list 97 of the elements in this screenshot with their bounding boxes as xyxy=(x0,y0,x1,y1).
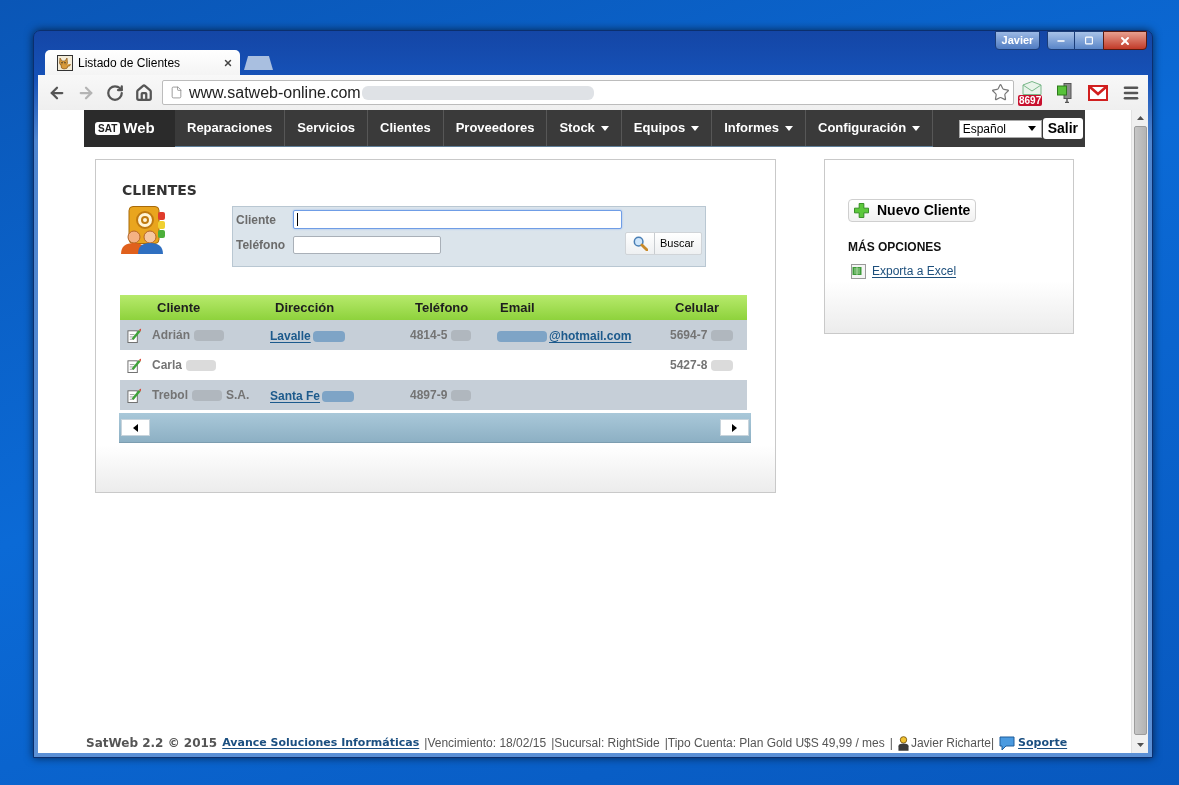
spreadsheet-icon xyxy=(851,263,866,279)
star-icon[interactable] xyxy=(991,83,1010,102)
caret-down-icon xyxy=(785,125,794,131)
blurred-text xyxy=(451,389,472,401)
extension-icon xyxy=(1057,82,1073,103)
phone-number: 4897-9 xyxy=(410,387,448,404)
blurred-text xyxy=(711,359,734,371)
language-select[interactable]: Español xyxy=(958,119,1042,138)
blurred-text xyxy=(497,331,547,343)
caret-down-icon xyxy=(1027,126,1036,131)
address-link[interactable]: Santa Fe xyxy=(270,389,356,403)
section-heading: MÁS OPCIONES xyxy=(848,238,942,256)
blurred-text xyxy=(322,391,354,403)
count-badge: 8697 xyxy=(1018,94,1043,106)
mobile-number: 5694-7 xyxy=(670,327,708,344)
search-icon xyxy=(632,236,648,251)
user-name: Javier Richarte| xyxy=(910,735,995,752)
caret-up-icon xyxy=(1136,115,1144,120)
caret-down-icon xyxy=(691,125,700,131)
column-header: Celular xyxy=(674,298,721,317)
cat-icon xyxy=(57,54,73,71)
page-icon xyxy=(170,85,183,100)
close-button[interactable] xyxy=(1103,31,1147,50)
mail-extension-button[interactable]: 8697 xyxy=(1017,77,1047,108)
scrollbar-thumb[interactable] xyxy=(1133,126,1147,735)
caret-down-icon xyxy=(1136,742,1144,747)
blurred-text xyxy=(186,359,217,371)
column-header: Dirección xyxy=(274,298,336,317)
scroll-right-button[interactable] xyxy=(720,419,749,436)
phone-number: 4814-5 xyxy=(410,327,448,344)
nav-menu-item[interactable]: Servicios xyxy=(285,110,369,146)
nav-menu-item[interactable]: Equipos xyxy=(621,110,713,146)
panel-title: CLIENTES xyxy=(122,181,197,199)
blurred-text xyxy=(312,331,345,343)
address-link[interactable]: Lavalle xyxy=(270,329,347,343)
browser-tab[interactable]: Listado de Clientes xyxy=(45,50,240,75)
new-tab-button[interactable] xyxy=(244,56,273,70)
envelope-icon xyxy=(1088,84,1108,101)
search-button[interactable]: Buscar xyxy=(625,232,702,255)
chat-icon xyxy=(999,735,1016,751)
text-field[interactable] xyxy=(293,210,622,229)
menu-icon xyxy=(1122,83,1140,102)
email-link[interactable]: @hotmail.com xyxy=(495,329,632,343)
nav-menu-item[interactable]: Configuración xyxy=(806,110,934,146)
support-link[interactable]: Soporte xyxy=(1018,734,1068,752)
close-icon xyxy=(1119,34,1131,47)
caret-down-icon xyxy=(600,125,609,131)
column-header: Teléfono xyxy=(414,298,470,317)
nav-menu-item[interactable]: Stock xyxy=(547,110,622,146)
client-name: Carla xyxy=(152,357,183,374)
blurred-text xyxy=(194,329,224,341)
blurred-text xyxy=(451,329,472,341)
mobile-number: 5427-8 xyxy=(670,357,708,374)
maximize-button[interactable] xyxy=(1075,31,1103,50)
account-info: |Sucursal: RightSide xyxy=(551,735,660,752)
client-name: Adrián xyxy=(152,327,190,344)
text-field[interactable] xyxy=(293,236,441,254)
field-label: Cliente xyxy=(236,211,277,229)
minimize-button[interactable] xyxy=(1047,31,1075,50)
logo-badge: SAT xyxy=(95,122,121,135)
new-client-button[interactable]: Nuevo Cliente xyxy=(848,199,977,222)
user-icon xyxy=(897,735,909,751)
export-link[interactable]: Exporta a Excel xyxy=(872,262,957,280)
account-info: |Vencimiento: 18/02/15 xyxy=(424,735,547,752)
edit-icon[interactable] xyxy=(127,357,142,373)
copyright-text: SatWeb 2.2 © 2015 xyxy=(86,735,218,752)
blurred-text xyxy=(192,389,222,401)
address-book-icon xyxy=(120,206,168,254)
plus-icon xyxy=(854,203,869,218)
edit-icon[interactable] xyxy=(127,387,142,403)
envelope-icon xyxy=(1022,80,1042,95)
logout-button[interactable]: Salir xyxy=(1042,118,1083,139)
scroll-left-button[interactable] xyxy=(121,419,150,436)
client-name: Trebol xyxy=(152,387,188,404)
close-icon[interactable] xyxy=(223,57,233,68)
nav-menu-item[interactable]: Reparaciones xyxy=(175,110,286,146)
caret-left-icon xyxy=(133,423,138,432)
caret-down-icon xyxy=(912,125,921,131)
nav-menu-item[interactable]: Informes xyxy=(712,110,807,146)
caret-right-icon xyxy=(732,423,737,432)
blurred-text xyxy=(711,329,734,341)
column-header: Email xyxy=(499,298,536,317)
logo-text: Web xyxy=(123,118,155,139)
edit-icon[interactable] xyxy=(127,327,142,343)
reload-icon xyxy=(106,83,124,102)
nav-menu-item[interactable]: Clientes xyxy=(368,110,444,146)
nav-menu-item[interactable]: Proveedores xyxy=(443,110,548,146)
home-icon xyxy=(135,83,153,102)
account-info: | xyxy=(889,735,893,752)
field-label: Teléfono xyxy=(236,237,287,254)
company-link[interactable]: Avance Soluciones Informáticas xyxy=(222,734,420,752)
account-info: |Tipo Cuenta: Plan Gold U$S 49,99 / mes xyxy=(664,735,885,752)
address-bar[interactable]: www.satweb-online.com xyxy=(162,80,1014,105)
maximize-icon xyxy=(1084,36,1094,45)
column-header: Cliente xyxy=(156,298,202,317)
text-cursor xyxy=(297,213,298,226)
client-name: S.A. xyxy=(226,387,250,404)
